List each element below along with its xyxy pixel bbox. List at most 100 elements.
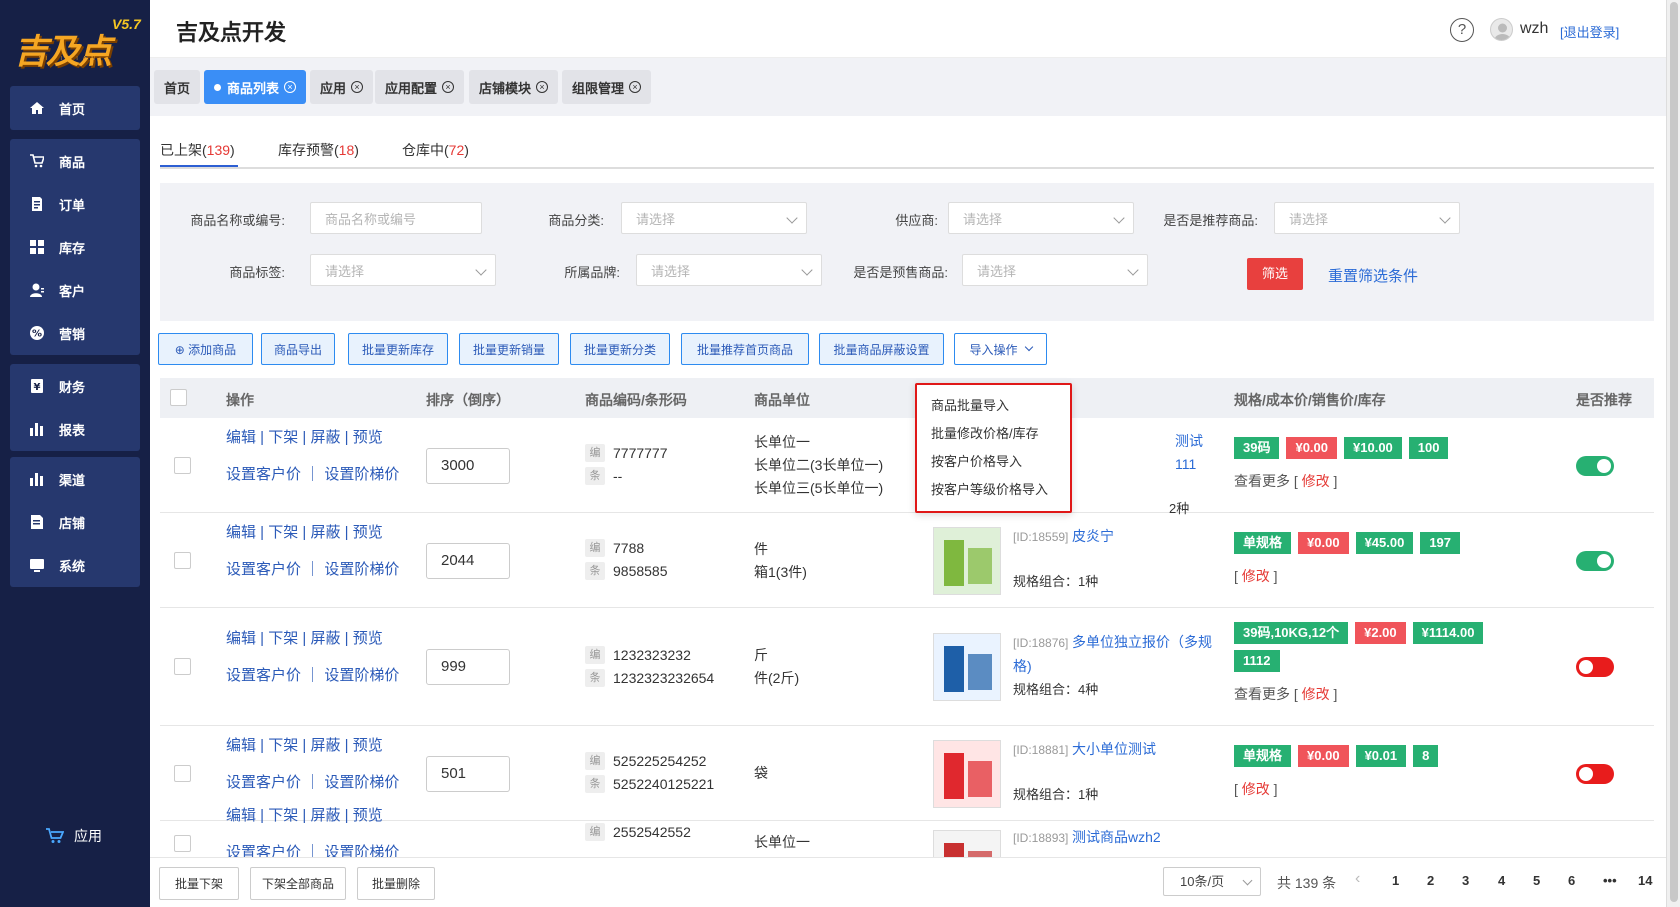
recommend-toggle[interactable] [1576,455,1614,476]
page-size-select[interactable]: 10条/页 [1163,867,1261,896]
row-checkbox[interactable] [174,658,191,675]
toolbar-button-4[interactable]: 批量更新分类 [570,333,670,365]
sidebar-item-percent[interactable]: % 营销 [10,313,140,353]
recommend-toggle[interactable] [1576,657,1614,677]
page-6[interactable]: 6 [1568,873,1575,888]
recommend-toggle[interactable] [1576,763,1614,784]
row-price-links[interactable]: 设置客户价 ｜ 设置阶梯价 [226,666,399,686]
product-name-link[interactable]: 测试商品wzh2 [1072,829,1161,845]
toolbar-button-5[interactable]: 批量推荐首页商品 [681,333,809,365]
edit-link[interactable]: 修改 [1242,568,1270,584]
close-icon[interactable]: × [536,81,549,93]
sort-input[interactable]: 999 [426,649,510,685]
toolbar-button-1[interactable]: 商品导出 [261,333,335,365]
close-icon[interactable]: × [442,81,455,93]
sidebar-item-cart[interactable]: 商品 [10,141,140,181]
row-checkbox[interactable] [174,551,191,569]
sidebar-item-grid[interactable]: 库存 [10,227,140,267]
product-name-link[interactable]: 大小单位测试 [1072,741,1156,757]
avatar[interactable] [1490,18,1513,41]
status-tab-2[interactable]: 仓库中(72) [402,140,469,160]
toolbar-button-7[interactable]: 导入操作 [954,333,1047,365]
row-action-links[interactable]: 编辑 | 下架 | 屏蔽 | 预览 [226,428,399,448]
sidebar-item-user[interactable]: 客户 [10,270,140,310]
sidebar-item-home[interactable]: 首页 [10,88,140,128]
sidebar-item-chart[interactable]: 报表 [10,409,140,449]
reset-filter-link[interactable]: 重置筛选条件 [1328,265,1418,286]
scrollbar[interactable] [1666,0,1680,907]
edit-link[interactable]: 修改 [1302,473,1330,489]
close-icon[interactable]: × [284,81,297,93]
page-4[interactable]: 4 [1498,873,1505,888]
tab-3[interactable]: 应用配置 × [375,70,465,104]
edit-link[interactable]: 修改 [1242,781,1270,797]
page-14[interactable]: 14 [1638,873,1652,888]
product-image[interactable] [933,526,1001,595]
tab-5[interactable]: 组限管理 × [562,70,652,104]
row-checkbox[interactable] [174,764,191,782]
help-icon[interactable]: ? [1450,18,1474,42]
product-name-link[interactable]: 皮炎宁 [1072,528,1114,544]
sort-input[interactable]: 501 [426,755,510,792]
category-select[interactable]: 请选择 [621,202,807,234]
sort-input[interactable]: 2044 [426,542,510,579]
recommend-toggle[interactable] [1576,550,1614,571]
scrollbar-thumb[interactable] [1670,2,1678,902]
import-menu-item-3[interactable]: 按客户等级价格导入 [931,479,1048,498]
product-name-link[interactable]: 测试111 [1175,433,1203,472]
edit-link[interactable]: 修改 [1302,686,1330,702]
tab-2[interactable]: 应用 × [310,70,374,104]
logout-link[interactable]: [退出登录] [1560,22,1619,41]
tag-select[interactable]: 请选择 [310,254,496,286]
page-1[interactable]: 1 [1392,873,1399,888]
row-price-links[interactable]: 设置客户价 ｜ 设置阶梯价 [226,465,399,485]
row-checkbox[interactable] [174,835,191,852]
row-action-links[interactable]: 编辑 | 下架 | 屏蔽 | 预览 [226,629,399,649]
toolbar-button-0[interactable]: ⊕ 添加商品 [158,333,253,365]
import-menu-item-2[interactable]: 按客户价格导入 [931,451,1022,470]
prev-page-icon[interactable]: ‹ [1355,870,1360,888]
tab-4[interactable]: 店铺模块 × [469,70,559,104]
toolbar-button-6[interactable]: 批量商品屏蔽设置 [819,333,944,365]
sidebar-item-chart[interactable]: 渠道 [10,459,140,499]
page-2[interactable]: 2 [1427,873,1434,888]
row-action-links[interactable]: 编辑 | 下架 | 屏蔽 | 预览 [226,523,399,543]
row-price-links[interactable]: 设置客户价 ｜ 设置阶梯价 [226,773,399,793]
sidebar-item-yen[interactable]: ¥ 财务 [10,366,140,406]
recommended-select[interactable]: 请选择 [1274,202,1460,234]
product-image[interactable] [933,633,1001,701]
row-checkbox[interactable] [174,456,191,474]
product-image[interactable] [933,739,1001,808]
row-price-links[interactable]: 设置客户价 ｜ 设置阶梯价 [226,560,399,580]
page-•••[interactable]: ••• [1603,873,1617,888]
supplier-select[interactable]: 请选择 [948,202,1134,234]
import-menu-item-0[interactable]: 商品批量导入 [931,395,1009,414]
footer-button-0[interactable]: 批量下架 [159,867,239,900]
sidebar-app-button[interactable]: 应用 [46,826,102,846]
toolbar-button-3[interactable]: 批量更新销量 [459,333,559,365]
presale-select[interactable]: 请选择 [962,254,1148,286]
footer-button-1[interactable]: 下架全部商品 [250,867,346,900]
see-more-link[interactable]: 查看更多 [1234,686,1290,702]
brand-select[interactable]: 请选择 [636,254,822,286]
import-menu-item-1[interactable]: 批量修改价格/库存 [931,423,1039,442]
page-3[interactable]: 3 [1462,873,1469,888]
close-icon[interactable]: × [629,81,642,93]
see-more-link[interactable]: 查看更多 [1234,473,1290,489]
tab-0[interactable]: 首页 [154,70,201,104]
status-tab-1[interactable]: 库存预警(18) [278,140,359,160]
status-tab-0[interactable]: 已上架(139) [160,140,235,160]
toolbar-button-2[interactable]: 批量更新库存 [348,333,448,365]
name-input[interactable]: 商品名称或编号 [310,202,482,234]
tab-1[interactable]: 商品列表 × [204,70,307,104]
row-action-links[interactable]: 编辑 | 下架 | 屏蔽 | 预览 [226,736,399,756]
sort-input[interactable]: 3000 [426,447,510,484]
footer-button-2[interactable]: 批量删除 [357,867,435,900]
sidebar-item-system[interactable]: 系统 [10,545,140,585]
sidebar-item-order[interactable]: 订单 [10,184,140,224]
close-icon[interactable]: × [351,81,364,93]
row-action-links[interactable]: 编辑 | 下架 | 屏蔽 | 预览 [226,806,399,826]
select-all-checkbox[interactable] [170,389,187,406]
page-5[interactable]: 5 [1533,873,1540,888]
sidebar-item-store[interactable]: 店铺 [10,502,140,542]
